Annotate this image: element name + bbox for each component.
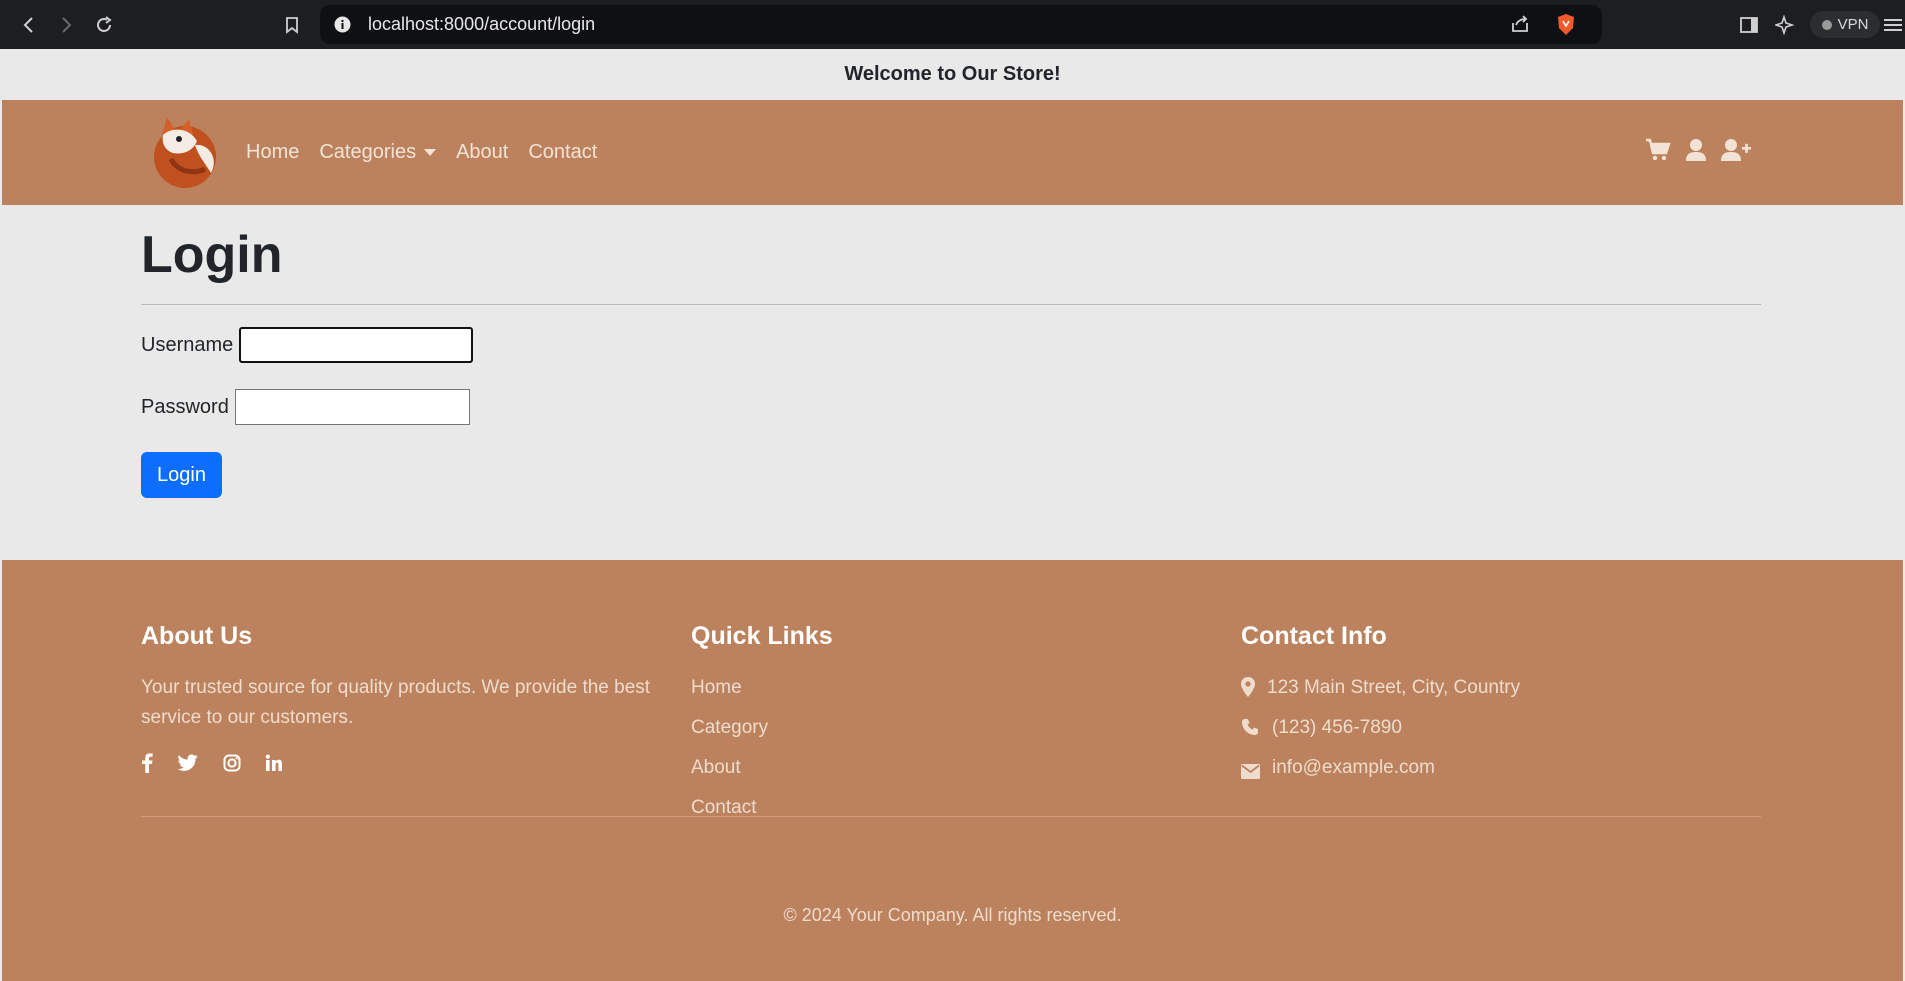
- quick-links-list: Home Category About Contact: [691, 673, 833, 833]
- fox-logo-icon[interactable]: [149, 115, 221, 189]
- contact-address: 123 Main Street, City, Country: [1241, 673, 1520, 713]
- vpn-label: VPN: [1837, 16, 1869, 33]
- forward-icon[interactable]: [53, 12, 79, 38]
- announcement-bar: Welcome to Our Store!: [2, 49, 1903, 100]
- nav-link-label: About: [456, 141, 509, 163]
- phone-icon: [1241, 717, 1260, 747]
- contact-phone: (123) 456-7890: [1241, 713, 1520, 753]
- login-section: Login Username Password Login: [2, 205, 1903, 560]
- facebook-icon[interactable]: [141, 753, 153, 778]
- nav-icon-group: [1645, 138, 1751, 162]
- footer-link-about[interactable]: About: [691, 753, 833, 793]
- main-navbar: Home Categories About Contact: [2, 100, 1903, 205]
- footer-heading: Contact Info: [1241, 622, 1387, 650]
- footer-about-text: Your trusted source for quality products…: [141, 677, 651, 728]
- contact-email-text: info@example.com: [1272, 757, 1435, 778]
- nav-link-contact[interactable]: Contact: [528, 141, 597, 164]
- linkedin-icon[interactable]: [265, 754, 283, 777]
- address-bar[interactable]: localhost:8000/account/login: [320, 5, 1602, 44]
- user-plus-icon[interactable]: [1721, 138, 1751, 162]
- copyright-text: © 2024 Your Company. All rights reserved…: [783, 905, 1122, 925]
- password-row: Password: [141, 389, 470, 425]
- map-marker-icon: [1241, 677, 1255, 707]
- username-input[interactable]: [239, 327, 474, 363]
- url-text: localhost:8000/account/login: [368, 14, 596, 34]
- instagram-icon[interactable]: [223, 754, 241, 777]
- page-title: Login: [141, 226, 283, 284]
- username-row: Username: [141, 327, 474, 363]
- footer-divider: [141, 816, 1761, 817]
- password-input[interactable]: [234, 389, 470, 425]
- user-icon[interactable]: [1685, 138, 1707, 162]
- footer-quick-links: Quick Links Home Category About Contact: [691, 622, 833, 833]
- footer-heading: About Us: [141, 622, 253, 650]
- envelope-icon: [1241, 759, 1260, 789]
- vpn-button[interactable]: VPN: [1810, 11, 1880, 38]
- contact-phone-text: (123) 456-7890: [1272, 717, 1402, 738]
- login-button[interactable]: Login: [141, 452, 222, 498]
- footer-link-home[interactable]: Home: [691, 673, 833, 713]
- password-label: Password: [141, 395, 229, 418]
- username-label: Username: [141, 333, 234, 356]
- footer-heading: Quick Links: [691, 622, 833, 650]
- footer-link-contact[interactable]: Contact: [691, 793, 833, 833]
- twitter-icon[interactable]: [177, 754, 199, 777]
- site-info-icon[interactable]: [334, 16, 351, 38]
- back-icon[interactable]: [16, 12, 42, 38]
- share-icon[interactable]: [1510, 15, 1530, 38]
- social-links: [141, 753, 661, 778]
- vpn-status-icon: [1821, 19, 1832, 30]
- nav-links: Home Categories About Contact: [246, 100, 597, 205]
- browser-toolbar: localhost:8000/account/login VPN: [0, 0, 1905, 49]
- sidebar-toggle-icon[interactable]: [1736, 12, 1762, 38]
- footer-contact: Contact Info 123 Main Street, City, Coun…: [1241, 622, 1520, 793]
- brave-shield-icon[interactable]: [1556, 13, 1576, 41]
- footer-link-category[interactable]: Category: [691, 713, 833, 753]
- site-footer: About Us Your trusted source for quality…: [2, 560, 1903, 981]
- nav-dropdown-categories[interactable]: Categories: [319, 141, 437, 164]
- nav-link-label: Contact: [528, 141, 598, 163]
- chevron-down-icon: [424, 149, 437, 156]
- footer-about: About Us Your trusted source for quality…: [141, 622, 661, 778]
- reload-icon[interactable]: [91, 12, 117, 38]
- bookmark-icon[interactable]: [279, 12, 305, 38]
- nav-link-about[interactable]: About: [456, 141, 508, 164]
- contact-email[interactable]: info@example.com: [1241, 753, 1520, 793]
- divider: [141, 304, 1761, 305]
- contact-list: 123 Main Street, City, Country (123) 456…: [1241, 673, 1520, 793]
- nav-link-label: Categories: [319, 141, 417, 163]
- page: Welcome to Our Store! Home Categories Ab…: [2, 49, 1903, 981]
- cart-icon[interactable]: [1645, 138, 1671, 162]
- nav-link-home[interactable]: Home: [246, 141, 299, 164]
- contact-address-text: 123 Main Street, City, Country: [1267, 677, 1521, 698]
- leo-ai-icon[interactable]: [1772, 12, 1798, 38]
- menu-icon[interactable]: [1880, 12, 1905, 38]
- nav-link-label: Home: [246, 141, 300, 163]
- announcement-text: Welcome to Our Store!: [844, 63, 1061, 85]
